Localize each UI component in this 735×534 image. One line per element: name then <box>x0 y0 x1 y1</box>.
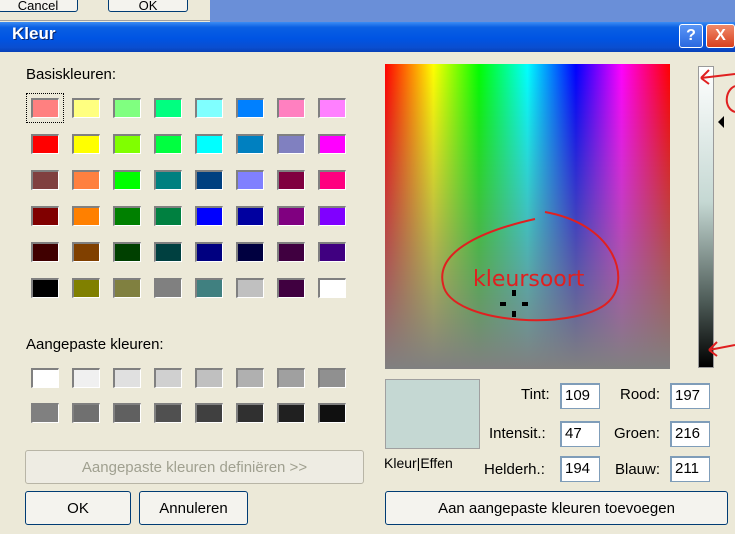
green-field[interactable]: 216 <box>670 421 710 447</box>
basic-color-swatch[interactable] <box>113 170 141 190</box>
custom-colors-label: Aangepaste kleuren: <box>26 336 164 353</box>
custom-color-swatch[interactable] <box>236 403 264 423</box>
basic-colors-label: Basiskleuren: <box>26 66 117 83</box>
background-cancel-button[interactable]: Cancel <box>0 0 78 13</box>
basic-color-swatch[interactable] <box>318 134 346 154</box>
basic-color-swatch[interactable] <box>236 134 264 154</box>
basic-color-swatch[interactable] <box>277 278 305 298</box>
luminance-annotation <box>700 69 735 357</box>
basic-color-swatch[interactable] <box>277 134 305 154</box>
basic-color-swatch[interactable] <box>113 206 141 226</box>
custom-color-swatch[interactable] <box>318 368 346 388</box>
green-label: Groen: <box>614 425 660 442</box>
basic-color-swatch[interactable] <box>72 170 100 190</box>
basic-color-swatch[interactable] <box>318 242 346 262</box>
title-bar <box>0 22 735 52</box>
basic-color-swatch[interactable] <box>154 206 182 226</box>
basic-color-swatch[interactable] <box>72 134 100 154</box>
basic-color-swatch[interactable] <box>277 170 305 190</box>
intensity-label: Intensit.: <box>489 425 546 442</box>
custom-color-swatch[interactable] <box>236 368 264 388</box>
color-preview <box>385 379 480 449</box>
basic-color-swatch[interactable] <box>236 278 264 298</box>
basic-color-swatch[interactable] <box>31 278 59 298</box>
background-ok-button[interactable]: OK <box>108 0 188 13</box>
basic-color-swatch[interactable] <box>195 134 223 154</box>
custom-color-swatch[interactable] <box>154 368 182 388</box>
basic-color-swatch[interactable] <box>195 242 223 262</box>
basic-color-swatch[interactable] <box>318 206 346 226</box>
basic-color-swatch[interactable] <box>195 206 223 226</box>
basic-color-swatch[interactable] <box>236 242 264 262</box>
basic-color-swatch[interactable] <box>113 242 141 262</box>
custom-color-swatch[interactable] <box>113 368 141 388</box>
help-button[interactable]: ? <box>679 24 703 48</box>
red-label: Rood: <box>620 386 661 403</box>
brightness-field[interactable]: 194 <box>560 456 600 482</box>
basic-color-swatch[interactable] <box>318 98 346 118</box>
basic-color-swatch[interactable] <box>154 278 182 298</box>
basic-color-swatch[interactable] <box>31 242 59 262</box>
background-strip <box>210 0 735 22</box>
basic-color-swatch[interactable] <box>31 134 59 154</box>
custom-color-swatch[interactable] <box>72 368 100 388</box>
basic-color-swatch[interactable] <box>277 98 305 118</box>
intensity-field[interactable]: 47 <box>560 421 600 447</box>
basic-color-swatch[interactable] <box>277 206 305 226</box>
basic-color-swatch[interactable] <box>318 170 346 190</box>
custom-color-swatch[interactable] <box>277 403 305 423</box>
custom-color-swatch[interactable] <box>195 368 223 388</box>
basic-color-swatch[interactable] <box>72 278 100 298</box>
custom-color-swatch[interactable] <box>277 368 305 388</box>
basic-color-swatch[interactable] <box>113 98 141 118</box>
custom-color-swatch[interactable] <box>31 368 59 388</box>
basic-color-swatch[interactable] <box>236 206 264 226</box>
define-custom-colors-button[interactable]: Aangepaste kleuren definiëren >> <box>25 450 364 484</box>
blue-label: Blauw: <box>615 461 661 478</box>
brightness-label: Helderh.: <box>484 461 545 478</box>
basic-color-swatch[interactable] <box>195 98 223 118</box>
basic-color-swatch[interactable] <box>113 278 141 298</box>
basic-color-swatch[interactable] <box>154 242 182 262</box>
help-icon: ? <box>686 27 696 44</box>
window-title: Kleur <box>12 24 56 43</box>
basic-color-swatch[interactable] <box>195 170 223 190</box>
basic-color-swatch[interactable] <box>154 170 182 190</box>
selected-swatch-focus <box>26 93 64 123</box>
basic-color-swatch[interactable] <box>154 134 182 154</box>
custom-color-swatch[interactable] <box>318 403 346 423</box>
basic-color-swatch[interactable] <box>236 98 264 118</box>
blue-field[interactable]: 211 <box>670 456 710 482</box>
annotation-overlay: kleursoort <box>441 211 620 322</box>
basic-color-swatch[interactable] <box>72 98 100 118</box>
basic-color-swatch[interactable] <box>72 206 100 226</box>
red-field[interactable]: 197 <box>670 383 710 409</box>
add-to-custom-colors-button[interactable]: Aan aangepaste kleuren toevoegen <box>385 491 728 525</box>
basic-color-swatch[interactable] <box>195 278 223 298</box>
close-icon: X <box>715 27 726 44</box>
custom-color-swatch[interactable] <box>195 403 223 423</box>
ok-button[interactable]: OK <box>25 491 131 525</box>
crosshair-icon <box>500 290 528 317</box>
custom-color-swatch[interactable] <box>154 403 182 423</box>
custom-color-swatch[interactable] <box>72 403 100 423</box>
tint-label: Tint: <box>521 386 550 403</box>
basic-color-swatch[interactable] <box>277 242 305 262</box>
basic-color-swatch[interactable] <box>236 170 264 190</box>
tint-field[interactable]: 109 <box>560 383 600 409</box>
preview-label: Kleur|Effen <box>384 455 453 471</box>
close-button[interactable]: X <box>706 24 735 48</box>
annotation-label: kleursoort <box>473 267 585 292</box>
basic-color-swatch[interactable] <box>72 242 100 262</box>
basic-color-swatch[interactable] <box>31 170 59 190</box>
basic-color-swatch[interactable] <box>154 98 182 118</box>
basic-color-swatch[interactable] <box>113 134 141 154</box>
cancel-button[interactable]: Annuleren <box>139 491 248 525</box>
basic-color-swatch[interactable] <box>318 278 346 298</box>
basic-color-swatch[interactable] <box>31 206 59 226</box>
custom-color-swatch[interactable] <box>113 403 141 423</box>
custom-color-swatch[interactable] <box>31 403 59 423</box>
